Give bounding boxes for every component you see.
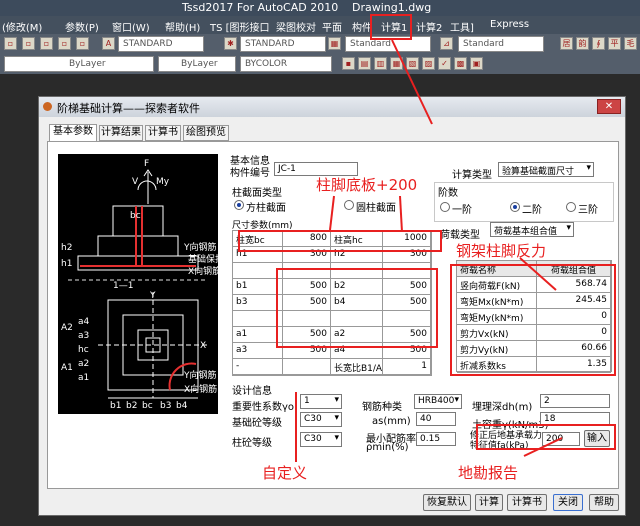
- annotation-box-survey: [476, 424, 616, 450]
- annotation-custom: 自定义: [262, 464, 308, 482]
- annotation-box-col-dims: [238, 230, 442, 252]
- annotation-box-reaction: [450, 264, 616, 376]
- annotation-survey: 地勘报告: [458, 464, 519, 482]
- annotation-box-custom-dims: [276, 268, 438, 348]
- annotation-reaction: 钢架柱脚反力: [456, 242, 547, 260]
- annotation-plate: 柱脚底板+200: [316, 176, 418, 194]
